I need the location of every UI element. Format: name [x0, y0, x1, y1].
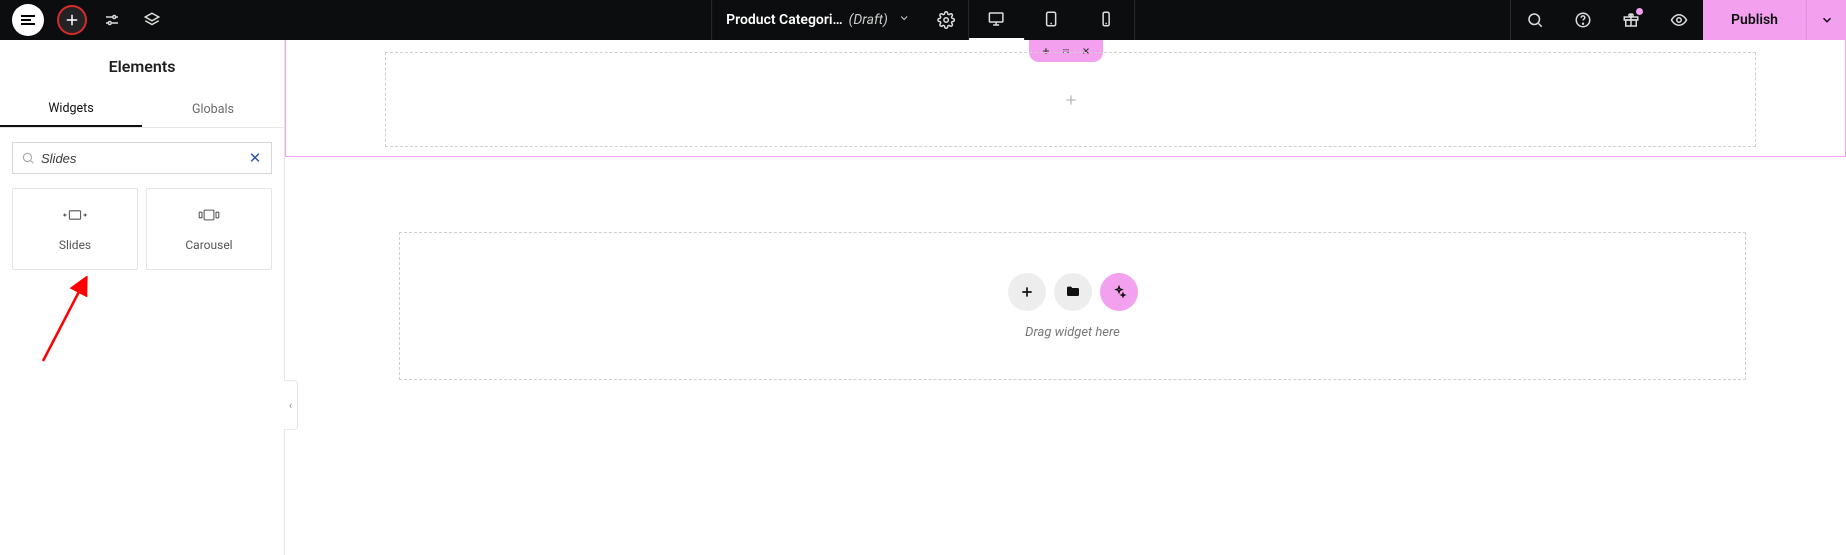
device-tablet[interactable]: [1024, 0, 1079, 40]
page-dropdown[interactable]: [898, 12, 910, 28]
navigator-button[interactable]: [132, 0, 172, 40]
new-section-dropzone[interactable]: Drag widget here: [399, 232, 1746, 380]
chevron-down-icon: [898, 12, 910, 24]
publish-options[interactable]: [1806, 0, 1846, 40]
plus-icon: [1063, 92, 1079, 108]
mobile-icon: [1097, 10, 1115, 28]
folder-icon: [1065, 284, 1081, 300]
tab-widgets[interactable]: Widgets: [0, 92, 142, 127]
add-template-button[interactable]: [1054, 273, 1092, 311]
help-icon: [1574, 11, 1592, 29]
widget-search-input[interactable]: [41, 151, 241, 166]
add-widget-button[interactable]: [52, 0, 92, 40]
notification-dot: [1636, 8, 1643, 15]
tab-globals[interactable]: Globals: [142, 92, 284, 127]
add-section-button[interactable]: [1008, 273, 1046, 311]
sparkle-icon: [1111, 284, 1127, 300]
publish-button[interactable]: Publish: [1703, 0, 1806, 40]
elementor-logo[interactable]: [12, 4, 44, 36]
page-title: Product Categori…: [726, 12, 843, 28]
gear-icon: [937, 11, 955, 29]
draft-label: (Draft): [849, 12, 888, 28]
device-mobile[interactable]: [1079, 0, 1134, 40]
tablet-icon: [1042, 10, 1060, 28]
widget-label: Carousel: [185, 238, 232, 252]
page-settings-button[interactable]: [92, 0, 132, 40]
layers-icon: [143, 11, 161, 29]
preview-button[interactable]: [1655, 0, 1703, 40]
settings-button[interactable]: [924, 0, 968, 40]
panel-title: Elements: [0, 40, 284, 92]
drag-hint-text: Drag widget here: [1025, 325, 1120, 340]
empty-column-a[interactable]: [385, 52, 1756, 147]
slides-icon: [61, 206, 89, 228]
whats-new-button[interactable]: [1607, 0, 1655, 40]
plus-icon: [63, 11, 81, 29]
widget-label: Slides: [59, 238, 91, 252]
device-desktop[interactable]: [969, 0, 1024, 40]
finder-button[interactable]: [1511, 0, 1559, 40]
desktop-icon: [987, 10, 1005, 28]
clear-search-button[interactable]: ✕: [247, 150, 263, 166]
help-button[interactable]: [1559, 0, 1607, 40]
annotation-arrow: [35, 276, 105, 366]
widget-slides[interactable]: Slides: [12, 188, 138, 270]
search-icon: [1526, 11, 1544, 29]
search-icon: [21, 151, 35, 165]
carousel-icon: [195, 206, 223, 228]
ai-button[interactable]: [1100, 273, 1138, 311]
widget-carousel[interactable]: Carousel: [146, 188, 272, 270]
plus-icon: [1019, 284, 1035, 300]
chevron-down-icon: [1820, 13, 1834, 27]
sliders-icon: [103, 11, 121, 29]
eye-icon: [1670, 11, 1688, 29]
